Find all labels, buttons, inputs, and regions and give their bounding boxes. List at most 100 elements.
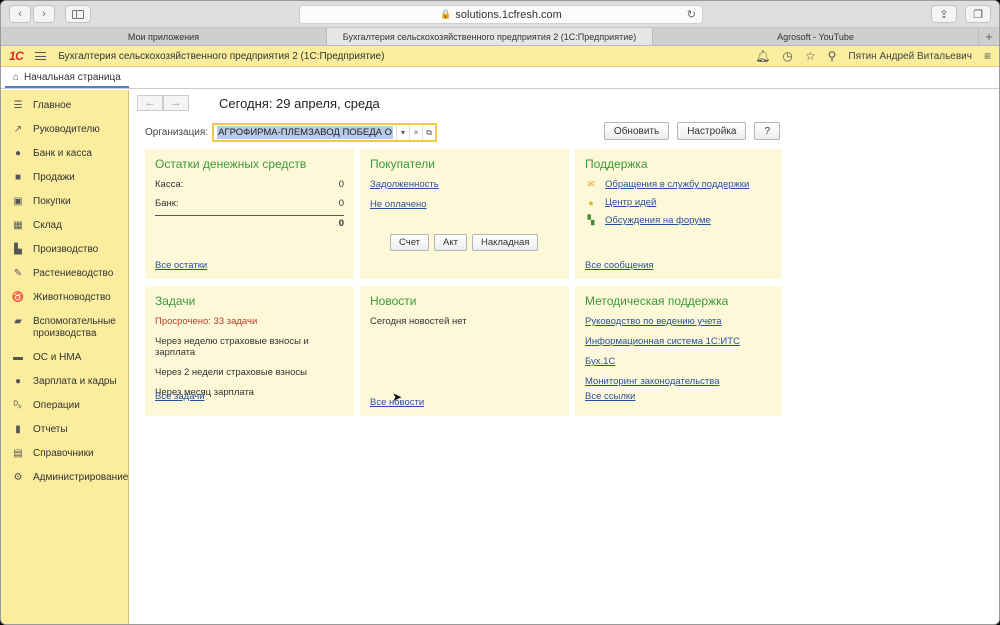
org-label: Организация: <box>145 127 209 138</box>
new-tab-icon[interactable]: + <box>979 28 999 45</box>
sidebar-item[interactable]: ✎ Растениеводство <box>1 262 128 286</box>
browser-tab[interactable]: Мои приложения <box>1 28 327 45</box>
book-icon: ▤ <box>13 448 23 459</box>
bell-icon[interactable]: 🔔︎ <box>755 49 770 63</box>
app-header: 1С Бухгалтерия сельскохозяйственного пре… <box>1 46 999 67</box>
waybill-button[interactable]: Накладная <box>471 234 539 251</box>
browser-tabs: Мои приложения Бухгалтерия сельскохозяйс… <box>1 28 999 46</box>
tractor-icon: ▰ <box>14 316 22 327</box>
sidebar-item-label: Покупки <box>33 196 71 207</box>
clear-icon[interactable]: × <box>409 125 422 140</box>
browser-tab-active[interactable]: Бухгалтерия сельскохозяйственного предпр… <box>327 28 653 45</box>
sidebar-item-label: Отчеты <box>33 424 68 435</box>
all-messages-link[interactable]: Все сообщения <box>585 260 654 271</box>
all-tasks-link[interactable]: Все задачи <box>155 391 205 402</box>
its-link[interactable]: Информационная система 1С:ИТС <box>585 336 772 347</box>
dropdown-icon[interactable]: ▾ <box>396 125 409 140</box>
tab-home[interactable]: ⌂ Начальная страница <box>5 69 129 88</box>
user-name[interactable]: Пятин Андрей Витальевич <box>848 51 972 62</box>
org-input[interactable]: АГРОФИРМА-ПЛЕМЗАВОД ПОБЕДА О <box>214 125 396 140</box>
sidebar-item[interactable]: ↗ Руководителю <box>1 118 128 142</box>
help-button[interactable]: ? <box>754 122 780 140</box>
sidebar-item[interactable]: ▙ Производство <box>1 238 128 262</box>
all-balances-link[interactable]: Все остатки <box>155 260 207 271</box>
buh1c-link[interactable]: Бух.1С <box>585 356 772 367</box>
ideas-link[interactable]: Центр идей <box>605 197 656 208</box>
cash-total: 0 <box>155 215 344 229</box>
sidebar-item[interactable]: ♉ Животноводство <box>1 286 128 310</box>
page-tabbar: ⌂ Начальная страница <box>1 67 999 89</box>
coin-icon: ● <box>14 148 22 159</box>
sidebar-item[interactable]: ▦ Склад <box>1 214 128 238</box>
open-icon[interactable]: ⧉ <box>422 125 435 140</box>
forum-link[interactable]: Обсуждения на форуме <box>605 215 711 226</box>
cart-icon: ▣ <box>13 196 23 207</box>
search-icon[interactable]: ⚲ <box>828 49 837 63</box>
bag-icon: ■ <box>14 172 22 183</box>
sidebar-item-label: Справочники <box>33 448 94 459</box>
news-text: Сегодня новостей нет <box>370 316 467 327</box>
monitoring-link[interactable]: Мониторинг законодательства <box>585 376 772 387</box>
panel-title: Поддержка <box>585 157 648 171</box>
sidebar-item[interactable]: ▬ ОС и НМА <box>1 346 128 370</box>
sidebar-toggle-button[interactable] <box>65 5 91 23</box>
sidebar-item-label: Растениеводство <box>33 268 114 279</box>
history-icon[interactable]: ◷ <box>782 49 792 63</box>
star-icon[interactable]: ☆ <box>805 49 816 63</box>
sidebar-item-label: Операции <box>33 400 80 411</box>
support-requests-link[interactable]: Обращения в службу поддержки <box>605 179 749 190</box>
share-icon[interactable]: ⇪ <box>931 5 957 23</box>
history-forward-icon[interactable]: → <box>163 95 189 111</box>
unpaid-link[interactable]: Не оплачено <box>370 199 559 210</box>
sidebar-item-label: Зарплата и кадры <box>33 376 117 387</box>
browser-tab[interactable]: Agrosoft - YouTube <box>653 28 979 45</box>
app-title: Бухгалтерия сельскохозяйственного предпр… <box>58 50 385 62</box>
sidebar-item[interactable]: ▣ Покупки <box>1 190 128 214</box>
panel-title: Остатки денежных средств <box>155 157 307 171</box>
sidebar-item[interactable]: ▰ Вспомогательные производства <box>1 310 128 346</box>
menu-icon[interactable] <box>35 52 47 60</box>
home-icon: ⌂ <box>13 72 20 83</box>
sidebar-item[interactable]: ⚙ Администрирование <box>1 466 129 490</box>
forward-icon[interactable]: › <box>33 5 55 23</box>
sidebar-item-label: Животноводство <box>33 292 111 303</box>
kassa-label: Касса: <box>155 179 184 190</box>
guide-link[interactable]: Руководство по ведению учета <box>585 316 772 327</box>
invoice-button[interactable]: Счет <box>390 234 430 251</box>
sidebar-item-label: Администрирование <box>33 472 129 483</box>
tabs-overview-icon[interactable]: ❐ <box>965 5 991 23</box>
address-bar[interactable]: 🔒 solutions.1cfresh.com ↻ <box>299 5 703 24</box>
sidebar-item-label: Руководителю <box>33 124 100 135</box>
sidebar-item[interactable]: ● Зарплата и кадры <box>1 370 128 394</box>
sidebar-item-label: Банк и касса <box>33 148 92 159</box>
factory-icon: ▙ <box>14 244 22 255</box>
debt-link[interactable]: Задолженность <box>370 179 559 190</box>
panel-title: Методическая поддержка <box>585 294 729 308</box>
sidebar-item[interactable]: ■ Продажи <box>1 166 128 190</box>
task-item: Через 2 недели страховые взносы <box>155 367 308 378</box>
org-field[interactable]: АГРОФИРМА-ПЛЕМЗАВОД ПОБЕДА О ▾ × ⧉ <box>212 123 438 142</box>
sidebar: ☰ Главное ↗ Руководителю ● Банк и касса ■ Прода… <box>1 90 129 624</box>
browser-window: ‹ › 🔒 solutions.1cfresh.com ↻ ⇪ ❐ Мои пр… <box>0 0 1000 625</box>
cow-icon: ♉ <box>11 292 25 303</box>
settings-menu-icon[interactable]: ≡ <box>984 49 991 63</box>
act-button[interactable]: Акт <box>434 234 467 251</box>
sidebar-item[interactable]: ▮ Отчеты <box>1 418 128 442</box>
sidebar-item[interactable]: ▤ Справочники <box>1 442 128 466</box>
settings-button[interactable]: Настройка <box>677 122 747 140</box>
back-icon[interactable]: ‹ <box>9 5 31 23</box>
panel-title: Задачи <box>155 294 196 308</box>
all-links-link[interactable]: Все ссылки <box>585 391 635 402</box>
reload-icon[interactable]: ↻ <box>687 8 696 21</box>
url-text: solutions.1cfresh.com <box>455 8 562 21</box>
bank-label: Банк: <box>155 198 179 209</box>
task-item: Через неделю страховые взносы и зарплата <box>155 336 309 358</box>
sidebar-item[interactable]: ☰ Главное <box>1 94 128 118</box>
sidebar-item-label: Продажи <box>33 172 75 183</box>
sidebar-item[interactable]: ᴰₖ Операции <box>1 394 128 418</box>
tab-home-label: Начальная страница <box>24 72 121 83</box>
sidebar-item-label: Производство <box>33 244 99 255</box>
refresh-button[interactable]: Обновить <box>603 122 670 140</box>
history-back-icon[interactable]: ← <box>137 95 163 111</box>
sidebar-item[interactable]: ● Банк и касса <box>1 142 128 166</box>
